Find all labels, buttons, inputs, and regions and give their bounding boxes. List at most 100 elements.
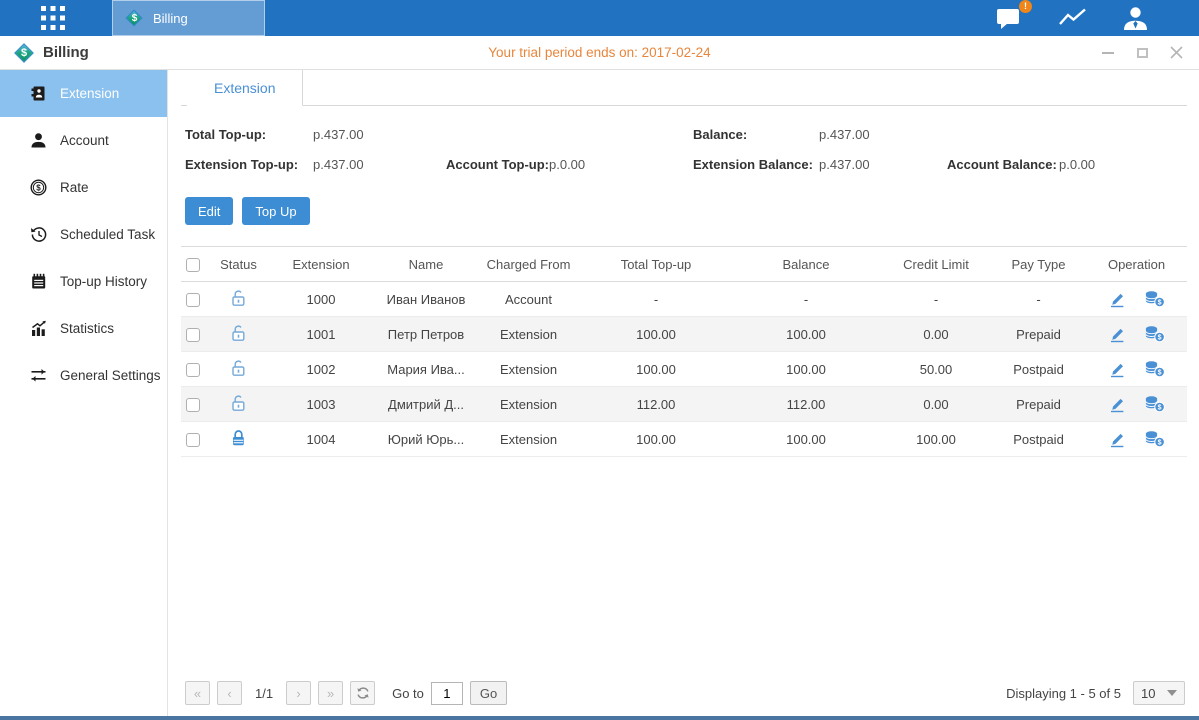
edit-row-icon[interactable] xyxy=(1108,430,1126,448)
svg-text:$: $ xyxy=(1157,335,1161,342)
unlocked-icon xyxy=(230,393,247,412)
col-status: Status xyxy=(211,247,266,282)
tab-label: Extension xyxy=(214,80,275,96)
col-credit-limit: Credit Limit xyxy=(881,247,991,282)
refresh-button[interactable] xyxy=(350,681,375,705)
general-settings-sliders-icon xyxy=(30,367,47,384)
extension-number: 1003 xyxy=(266,387,376,422)
sidebar-item-general-settings[interactable]: General Settings xyxy=(0,352,167,399)
table-row: 1000 Иван Иванов Account - - - - xyxy=(181,282,1187,317)
col-charged-from: Charged From xyxy=(476,247,581,282)
go-to-page-input[interactable] xyxy=(431,682,463,705)
extension-number: 1002 xyxy=(266,352,376,387)
account-person-icon xyxy=(30,132,47,149)
edit-row-icon[interactable] xyxy=(1108,395,1126,413)
user-account-icon[interactable] xyxy=(1122,5,1149,31)
edit-row-icon[interactable] xyxy=(1108,290,1126,308)
balance: - xyxy=(731,282,881,317)
minimize-button[interactable] xyxy=(1101,46,1115,60)
window-titlebar: $ Billing Your trial period ends on: 201… xyxy=(0,36,1199,70)
credit-limit: - xyxy=(881,282,991,317)
account-topup-value: p.0.00 xyxy=(549,157,693,172)
messages-icon[interactable]: ! xyxy=(996,6,1024,31)
extension-number: 1004 xyxy=(266,422,376,457)
maximize-button[interactable] xyxy=(1135,46,1149,60)
row-checkbox[interactable] xyxy=(186,433,200,447)
select-all-checkbox[interactable] xyxy=(186,258,200,272)
topbar-app-tab-label: Billing xyxy=(153,11,188,26)
sidebar-item-label: Account xyxy=(60,133,109,148)
top-up-row-icon[interactable]: $ xyxy=(1144,290,1165,308)
go-button[interactable]: Go xyxy=(470,681,507,705)
resource-monitor-icon[interactable] xyxy=(1058,6,1088,30)
window-bottom-edge xyxy=(0,716,1199,720)
edit-row-icon[interactable] xyxy=(1108,360,1126,378)
top-up-button[interactable]: Top Up xyxy=(242,197,309,225)
topbar-app-tab-billing[interactable]: $ Billing xyxy=(112,0,265,36)
account-balance-value: p.0.00 xyxy=(1059,157,1187,172)
col-balance: Balance xyxy=(731,247,881,282)
total-topup: 100.00 xyxy=(581,317,731,352)
last-page-button[interactable]: » xyxy=(318,681,343,705)
page-size-value: 10 xyxy=(1141,686,1155,701)
sidebar-item-extension[interactable]: Extension xyxy=(0,70,167,117)
billing-title-icon: $ xyxy=(13,42,35,64)
window-title: Billing xyxy=(43,44,89,61)
table-row: 1001 Петр Петров Extension 100.00 100.00… xyxy=(181,317,1187,352)
close-button[interactable] xyxy=(1169,46,1183,60)
sidebar-item-label: General Settings xyxy=(60,368,161,383)
sidebar-item-statistics[interactable]: Statistics xyxy=(0,305,167,352)
balance: 112.00 xyxy=(731,387,881,422)
extension-name: Иван Иванов xyxy=(376,282,476,317)
sidebar-item-scheduled-task[interactable]: Scheduled Task xyxy=(0,211,167,258)
extension-topup-value: p.437.00 xyxy=(313,157,446,172)
sidebar-item-account[interactable]: Account xyxy=(0,117,167,164)
sidebar-item-rate[interactable]: $ Rate xyxy=(0,164,167,211)
sidebar-item-label: Rate xyxy=(60,180,89,195)
tab-extension[interactable]: Extension xyxy=(187,70,303,106)
sidebar-item-label: Extension xyxy=(60,86,119,101)
top-up-row-icon[interactable]: $ xyxy=(1144,395,1165,413)
balance: 100.00 xyxy=(731,317,881,352)
total-topup: 100.00 xyxy=(581,352,731,387)
table-row: 1003 Дмитрий Д... Extension 112.00 112.0… xyxy=(181,387,1187,422)
svg-text:$: $ xyxy=(1157,300,1161,307)
row-checkbox[interactable] xyxy=(186,328,200,342)
chevron-down-icon xyxy=(1167,690,1177,696)
charged-from: Extension xyxy=(476,317,581,352)
charged-from: Extension xyxy=(476,352,581,387)
credit-limit: 0.00 xyxy=(881,317,991,352)
unlocked-icon xyxy=(230,323,247,342)
pay-type: - xyxy=(991,282,1086,317)
pay-type: Postpaid xyxy=(991,422,1086,457)
total-topup-label: Total Top-up: xyxy=(185,127,313,142)
row-checkbox[interactable] xyxy=(186,363,200,377)
table-row: 1002 Мария Ива... Extension 100.00 100.0… xyxy=(181,352,1187,387)
row-checkbox[interactable] xyxy=(186,398,200,412)
pay-type: Prepaid xyxy=(991,387,1086,422)
page-size-select[interactable]: 10 xyxy=(1133,681,1185,705)
first-page-button[interactable]: « xyxy=(185,681,210,705)
grid-dots-icon xyxy=(40,5,66,31)
topup-history-ledger-icon xyxy=(30,273,47,290)
next-page-button[interactable]: › xyxy=(286,681,311,705)
edit-button[interactable]: Edit xyxy=(185,197,233,225)
sidebar-item-topup-history[interactable]: Top-up History xyxy=(0,258,167,305)
top-up-row-icon[interactable]: $ xyxy=(1144,325,1165,343)
col-operation: Operation xyxy=(1086,247,1187,282)
page-indicator: 1/1 xyxy=(255,686,273,701)
row-checkbox[interactable] xyxy=(186,293,200,307)
extension-number: 1000 xyxy=(266,282,376,317)
prev-page-button[interactable]: ‹ xyxy=(217,681,242,705)
edit-row-icon[interactable] xyxy=(1108,325,1126,343)
extension-topup-label: Extension Top-up: xyxy=(185,157,313,172)
top-up-row-icon[interactable]: $ xyxy=(1144,430,1165,448)
go-to-label: Go to xyxy=(392,686,424,701)
person-icon xyxy=(1122,5,1149,31)
extension-name: Мария Ива... xyxy=(376,352,476,387)
extension-book-icon xyxy=(30,85,47,102)
svg-text:$: $ xyxy=(1157,405,1161,412)
app-grid-icon[interactable] xyxy=(36,1,70,35)
top-up-row-icon[interactable]: $ xyxy=(1144,360,1165,378)
table-header-row: Status Extension Name Charged From Total… xyxy=(181,247,1187,282)
